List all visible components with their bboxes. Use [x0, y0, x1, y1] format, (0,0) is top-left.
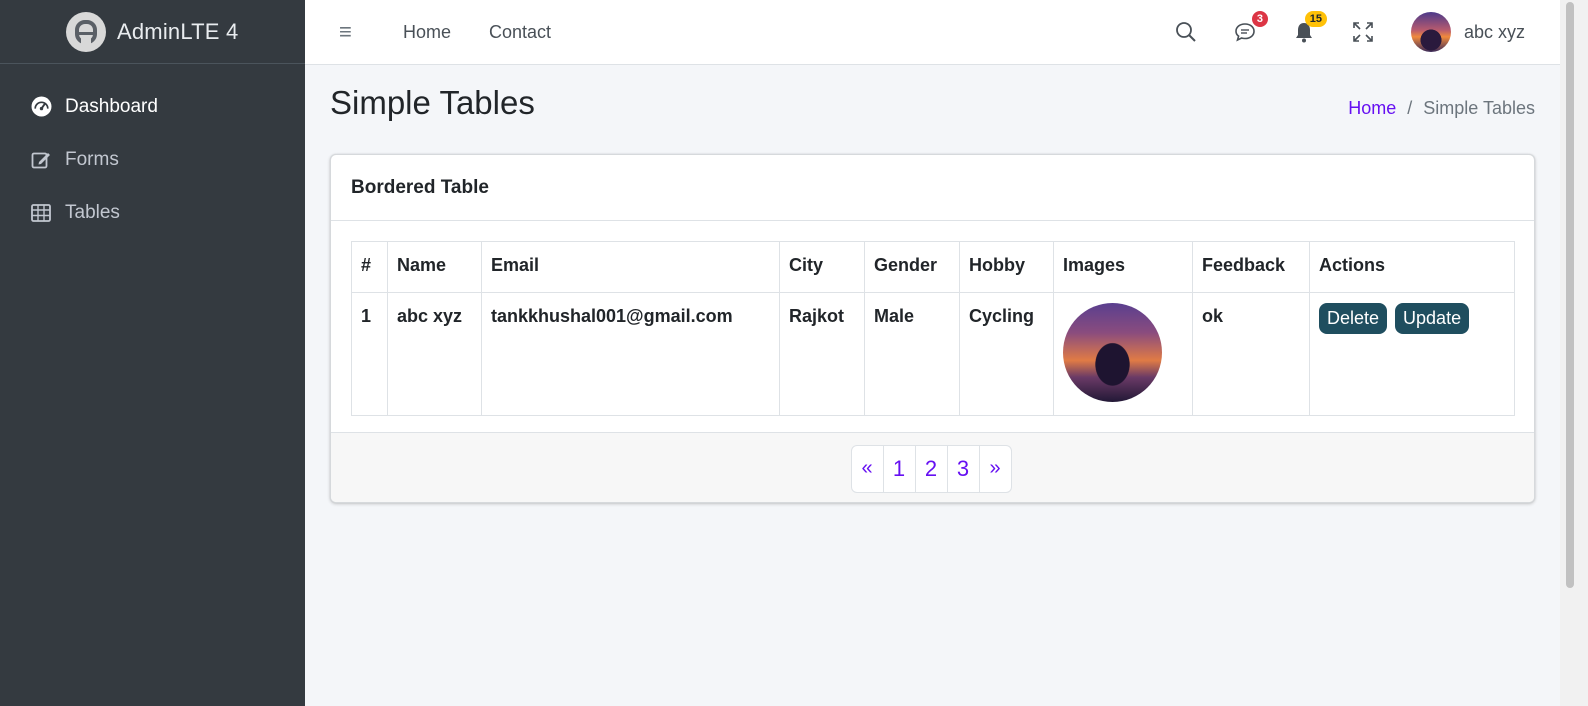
- sidebar-nav: Dashboard Forms Tables: [0, 64, 305, 239]
- column-header: Email: [481, 241, 780, 293]
- cell-gender: Male: [864, 292, 960, 416]
- pagination-next[interactable]: »: [978, 444, 1012, 493]
- page-scrollbar[interactable]: [1560, 0, 1588, 706]
- sidebar-item-label: Forms: [65, 148, 119, 170]
- sidebar-item-tables[interactable]: Tables: [0, 186, 305, 239]
- pencil-square-icon: [30, 149, 52, 171]
- card-header: Bordered Table: [331, 155, 1534, 221]
- notifications-badge: 15: [1304, 11, 1327, 27]
- column-header: Feedback: [1192, 241, 1310, 293]
- notifications-bell-icon[interactable]: 15: [1292, 11, 1327, 44]
- search-icon[interactable]: [1174, 20, 1198, 44]
- fullscreen-icon[interactable]: [1351, 20, 1375, 44]
- column-header: Gender: [864, 241, 960, 293]
- column-header: #: [351, 241, 388, 293]
- brand-text: AdminLTE 4: [117, 18, 239, 44]
- cell-actions: Delete Update: [1309, 292, 1515, 416]
- content-header: Simple Tables Home / Simple Tables: [330, 84, 1535, 130]
- top-navbar: ≡ Home Contact 3 15 abc xyz: [305, 0, 1560, 65]
- cell-image: [1053, 292, 1193, 416]
- cell-name: abc xyz: [387, 292, 482, 416]
- column-header: Hobby: [959, 241, 1054, 293]
- card-body: # Name Email City Gender Hobby Images Fe…: [331, 221, 1534, 433]
- menu-toggle-icon[interactable]: ≡: [339, 19, 363, 45]
- user-photo: [1063, 303, 1162, 402]
- breadcrumb: Home / Simple Tables: [1348, 98, 1535, 119]
- scrollbar-thumb[interactable]: [1566, 2, 1574, 588]
- card-title: Bordered Table: [351, 176, 489, 198]
- sidebar-item-dashboard[interactable]: Dashboard: [0, 80, 305, 133]
- cell-city: Rajkot: [779, 292, 865, 416]
- table-icon: [30, 202, 52, 224]
- breadcrumb-home-link[interactable]: Home: [1348, 98, 1396, 119]
- pagination: « 1 2 3 »: [850, 444, 1012, 493]
- cell-id: 1: [351, 292, 388, 416]
- pagination-page-2[interactable]: 2: [914, 444, 948, 493]
- messages-badge: 3: [1251, 11, 1268, 27]
- user-avatar: [1410, 12, 1451, 52]
- breadcrumb-current: Simple Tables: [1423, 98, 1535, 118]
- speedometer-icon: [30, 96, 52, 118]
- column-header: City: [779, 241, 865, 293]
- column-header: Actions: [1309, 241, 1515, 293]
- bordered-table-card: Bordered Table # Name Email City Gender …: [330, 154, 1535, 503]
- column-header: Images: [1053, 241, 1193, 293]
- navbar-right: 3 15 abc xyz: [1139, 0, 1560, 64]
- adminlte-logo-icon: [66, 11, 106, 52]
- sidebar-item-forms[interactable]: Forms: [0, 133, 305, 186]
- table-header-row: # Name Email City Gender Hobby Images Fe…: [351, 241, 1515, 293]
- delete-button[interactable]: Delete: [1319, 303, 1388, 334]
- users-table: # Name Email City Gender Hobby Images Fe…: [351, 241, 1515, 416]
- sidebar-item-label: Dashboard: [65, 95, 158, 117]
- sidebar-item-label: Tables: [65, 201, 120, 223]
- nav-link-home[interactable]: Home: [403, 22, 451, 43]
- user-menu[interactable]: abc xyz: [1410, 12, 1525, 52]
- breadcrumb-separator: /: [1407, 98, 1413, 118]
- card-footer: « 1 2 3 »: [331, 432, 1534, 502]
- update-button[interactable]: Update: [1395, 303, 1470, 334]
- column-header: Name: [387, 241, 482, 293]
- pagination-page-1[interactable]: 1: [882, 444, 916, 493]
- table-row: 1 abc xyz tankkhushal001@gmail.com Rajko…: [351, 292, 1515, 416]
- pagination-page-3[interactable]: 3: [946, 444, 980, 493]
- cell-hobby: Cycling: [959, 292, 1054, 416]
- messages-icon[interactable]: 3: [1233, 11, 1268, 44]
- cell-email: tankkhushal001@gmail.com: [481, 292, 780, 416]
- sidebar: AdminLTE 4 Dashboard Forms Tables: [0, 0, 305, 706]
- brand-link[interactable]: AdminLTE 4: [0, 0, 305, 64]
- cell-feedback: ok: [1192, 292, 1310, 416]
- nav-link-contact[interactable]: Contact: [489, 22, 551, 43]
- pagination-prev[interactable]: «: [850, 444, 884, 493]
- user-name: abc xyz: [1463, 21, 1525, 42]
